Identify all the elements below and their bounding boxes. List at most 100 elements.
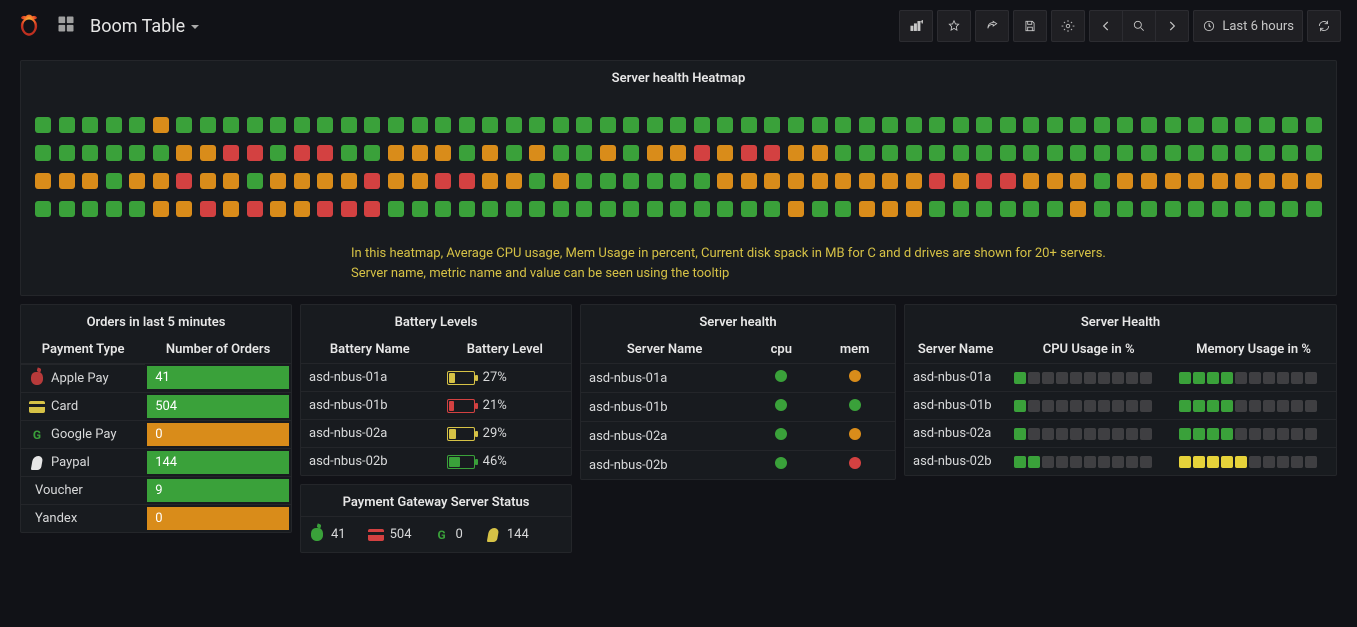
heatmap-cell[interactable] bbox=[764, 201, 780, 217]
heatmap-cell[interactable] bbox=[694, 145, 710, 161]
heatmap-cell[interactable] bbox=[906, 117, 922, 133]
heatmap-cell[interactable] bbox=[1000, 201, 1016, 217]
heatmap-cell[interactable] bbox=[835, 145, 851, 161]
heatmap-cell[interactable] bbox=[859, 145, 875, 161]
heatmap-cell[interactable] bbox=[364, 173, 380, 189]
heatmap-cell[interactable] bbox=[953, 145, 969, 161]
heatmap-cell[interactable] bbox=[1306, 173, 1322, 189]
heatmap-cell[interactable] bbox=[364, 117, 380, 133]
heatmap-cell[interactable] bbox=[435, 173, 451, 189]
heatmap-cell[interactable] bbox=[506, 201, 522, 217]
heatmap-cell[interactable] bbox=[1023, 201, 1039, 217]
heatmap-cell[interactable] bbox=[1235, 201, 1251, 217]
heatmap-cell[interactable] bbox=[59, 145, 75, 161]
heatmap-cell[interactable] bbox=[1023, 145, 1039, 161]
heatmap-cell[interactable] bbox=[1282, 201, 1298, 217]
heatmap-cell[interactable] bbox=[1259, 173, 1275, 189]
heatmap-cell[interactable] bbox=[1141, 145, 1157, 161]
heatmap-cell[interactable] bbox=[270, 201, 286, 217]
heatmap-cell[interactable] bbox=[529, 145, 545, 161]
heatmap-cell[interactable] bbox=[317, 117, 333, 133]
heatmap-cell[interactable] bbox=[670, 201, 686, 217]
heatmap-cell[interactable] bbox=[1117, 145, 1133, 161]
heatmap-cell[interactable] bbox=[788, 173, 804, 189]
heatmap-cell[interactable] bbox=[59, 117, 75, 133]
heatmap-cell[interactable] bbox=[129, 201, 145, 217]
heatmap-cell[interactable] bbox=[1047, 145, 1063, 161]
heatmap-cell[interactable] bbox=[623, 201, 639, 217]
heatmap-cell[interactable] bbox=[553, 201, 569, 217]
heatmap-cell[interactable] bbox=[1070, 173, 1086, 189]
heatmap-cell[interactable] bbox=[1000, 173, 1016, 189]
heatmap-cell[interactable] bbox=[35, 145, 51, 161]
dashboard-title[interactable]: Boom Table bbox=[90, 16, 199, 37]
heatmap-cell[interactable] bbox=[906, 201, 922, 217]
heatmap-cell[interactable] bbox=[1141, 201, 1157, 217]
heatmap-cell[interactable] bbox=[1000, 145, 1016, 161]
heatmap-cell[interactable] bbox=[270, 117, 286, 133]
heatmap-cell[interactable] bbox=[1188, 145, 1204, 161]
heatmap-cell[interactable] bbox=[1117, 117, 1133, 133]
heatmap-cell[interactable] bbox=[294, 201, 310, 217]
heatmap-cell[interactable] bbox=[1117, 173, 1133, 189]
heatmap-cell[interactable] bbox=[247, 145, 263, 161]
heatmap-cell[interactable] bbox=[459, 173, 475, 189]
heatmap-cell[interactable] bbox=[953, 201, 969, 217]
heatmap-cell[interactable] bbox=[1188, 201, 1204, 217]
heatmap-cell[interactable] bbox=[82, 117, 98, 133]
heatmap-cell[interactable] bbox=[717, 145, 733, 161]
heatmap-cell[interactable] bbox=[1117, 201, 1133, 217]
heatmap-cell[interactable] bbox=[553, 117, 569, 133]
star-button[interactable] bbox=[937, 10, 971, 42]
heatmap-cell[interactable] bbox=[1212, 173, 1228, 189]
heatmap-cell[interactable] bbox=[600, 201, 616, 217]
heatmap-cell[interactable] bbox=[788, 145, 804, 161]
heatmap-cell[interactable] bbox=[176, 117, 192, 133]
heatmap-cell[interactable] bbox=[694, 117, 710, 133]
heatmap-cell[interactable] bbox=[506, 117, 522, 133]
heatmap-cell[interactable] bbox=[200, 201, 216, 217]
heatmap-cell[interactable] bbox=[412, 145, 428, 161]
heatmap-cell[interactable] bbox=[59, 173, 75, 189]
heatmap-cell[interactable] bbox=[529, 173, 545, 189]
heatmap-cell[interactable] bbox=[223, 145, 239, 161]
heatmap-cell[interactable] bbox=[247, 117, 263, 133]
heatmap-cell[interactable] bbox=[1047, 117, 1063, 133]
heatmap-cell[interactable] bbox=[976, 117, 992, 133]
heatmap-cell[interactable] bbox=[694, 201, 710, 217]
heatmap-cell[interactable] bbox=[82, 145, 98, 161]
heatmap-cell[interactable] bbox=[647, 117, 663, 133]
heatmap-cell[interactable] bbox=[435, 145, 451, 161]
heatmap-cell[interactable] bbox=[1094, 201, 1110, 217]
heatmap-cell[interactable] bbox=[764, 117, 780, 133]
heatmap-cell[interactable] bbox=[1070, 145, 1086, 161]
heatmap-cell[interactable] bbox=[741, 145, 757, 161]
heatmap-cell[interactable] bbox=[1047, 173, 1063, 189]
heatmap-cell[interactable] bbox=[1235, 117, 1251, 133]
heatmap-cell[interactable] bbox=[506, 145, 522, 161]
heatmap-cell[interactable] bbox=[270, 173, 286, 189]
heatmap-cell[interactable] bbox=[882, 117, 898, 133]
heatmap-cell[interactable] bbox=[882, 145, 898, 161]
heatmap-cell[interactable] bbox=[129, 173, 145, 189]
heatmap-cell[interactable] bbox=[788, 117, 804, 133]
heatmap-cell[interactable] bbox=[200, 117, 216, 133]
heatmap-cell[interactable] bbox=[1212, 201, 1228, 217]
heatmap-cell[interactable] bbox=[741, 173, 757, 189]
heatmap-cell[interactable] bbox=[929, 145, 945, 161]
heatmap-cell[interactable] bbox=[1306, 201, 1322, 217]
heatmap-cell[interactable] bbox=[459, 145, 475, 161]
heatmap-cell[interactable] bbox=[1282, 145, 1298, 161]
heatmap-cell[interactable] bbox=[953, 117, 969, 133]
heatmap-cell[interactable] bbox=[929, 173, 945, 189]
heatmap-cell[interactable] bbox=[1165, 201, 1181, 217]
heatmap-cell[interactable] bbox=[129, 145, 145, 161]
heatmap-cell[interactable] bbox=[294, 117, 310, 133]
heatmap-cell[interactable] bbox=[35, 201, 51, 217]
heatmap-cell[interactable] bbox=[835, 117, 851, 133]
heatmap-cell[interactable] bbox=[1235, 173, 1251, 189]
heatmap-cell[interactable] bbox=[412, 117, 428, 133]
heatmap-cell[interactable] bbox=[176, 201, 192, 217]
heatmap-cell[interactable] bbox=[1047, 201, 1063, 217]
heatmap-cell[interactable] bbox=[764, 145, 780, 161]
